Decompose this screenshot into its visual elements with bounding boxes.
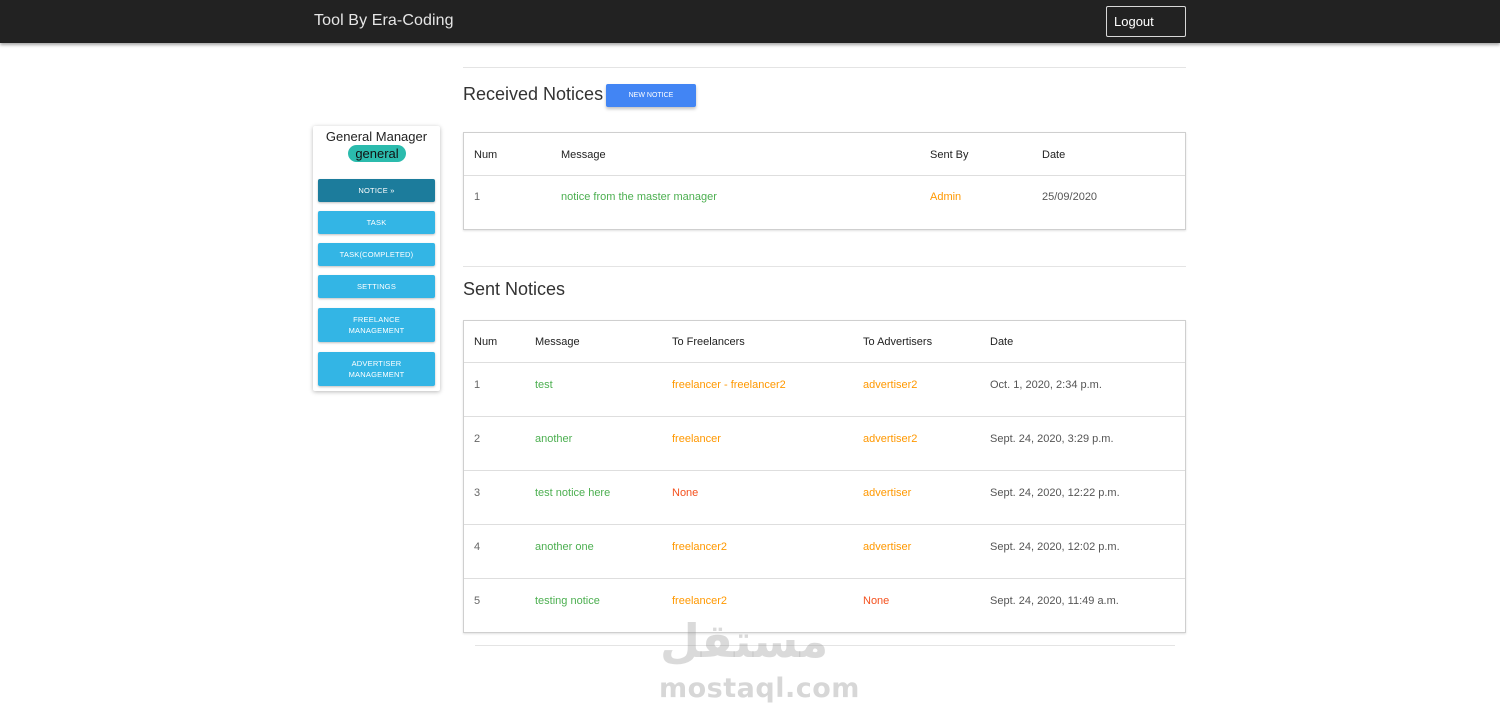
watermark-arabic: مستقل: [660, 614, 829, 668]
row-num: 1: [474, 191, 481, 203]
row-date: Sept. 24, 2020, 3:29 p.m.: [990, 433, 1114, 445]
column-header-num: Num: [474, 336, 498, 348]
column-header-to-advertisers: To Advertisers: [863, 336, 933, 348]
row-date: 25/09/2020: [1042, 191, 1098, 203]
row-message[interactable]: another one: [535, 541, 594, 553]
row-to-freelancers: freelancer2: [672, 595, 728, 607]
row-num: 1: [474, 379, 481, 391]
row-num: 5: [474, 595, 481, 607]
row-to-freelancers: freelancer2: [672, 541, 728, 553]
table-row[interactable]: 3 test notice here None advertiser Sept.…: [464, 471, 1185, 525]
row-date: Sept. 24, 2020, 12:02 p.m.: [990, 541, 1120, 553]
table-row[interactable]: 1 test freelancer - freelancer2 advertis…: [464, 363, 1185, 417]
row-date: Sept. 24, 2020, 11:49 a.m.: [990, 595, 1119, 607]
row-to-freelancers: freelancer - freelancer2: [672, 379, 786, 391]
logout-button[interactable]: Logout: [1106, 6, 1186, 37]
column-header-to-freelancers: To Freelancers: [672, 336, 745, 348]
sidebar-item-settings[interactable]: SETTINGS: [318, 275, 435, 298]
row-to-advertisers: advertiser2: [863, 379, 918, 391]
table-header-row: Num Message To Freelancers To Advertiser…: [464, 321, 1185, 363]
sidebar-item-task-completed[interactable]: TASK(COMPLETED): [318, 243, 435, 266]
row-sent-by: Admin: [930, 191, 962, 203]
table-row[interactable]: 1 notice from the master manager Admin 2…: [464, 176, 1185, 230]
brand-link[interactable]: Tool By Era-Coding: [314, 12, 454, 30]
row-message[interactable]: another: [535, 433, 572, 445]
row-to-advertisers: advertiser: [863, 487, 912, 499]
divider: [463, 266, 1186, 267]
table-header-row: Num Message Sent By Date: [464, 133, 1185, 176]
row-message[interactable]: testing notice: [535, 595, 600, 607]
received-notices-table: Num Message Sent By Date 1 notice from t…: [463, 132, 1186, 230]
row-to-advertisers: None: [863, 595, 890, 607]
received-notices-heading: Received Notices: [463, 84, 604, 104]
sidebar-item-task[interactable]: TASK: [318, 211, 435, 234]
sidebar-item-advertiser-management[interactable]: ADVERTISER MANAGEMENT: [318, 352, 435, 386]
sent-notices-table: Num Message To Freelancers To Advertiser…: [463, 320, 1186, 633]
sidebar-item-freelance-management[interactable]: FREELANCE MANAGEMENT: [318, 308, 435, 342]
row-message[interactable]: test: [535, 379, 553, 391]
column-header-date: Date: [1042, 149, 1066, 161]
row-num: 4: [474, 541, 481, 553]
top-navbar: Tool By Era-Coding Logout: [0, 0, 1500, 43]
column-header-num: Num: [474, 149, 498, 161]
column-header-message: Message: [535, 336, 580, 348]
watermark-latin: mostaql.com: [659, 673, 860, 704]
row-num: 3: [474, 487, 481, 499]
column-header-sent-by: Sent By: [930, 149, 969, 161]
user-role-title: General Manager: [325, 129, 428, 144]
row-message[interactable]: notice from the master manager: [561, 191, 717, 203]
sent-notices-heading: Sent Notices: [463, 279, 566, 299]
row-date: Oct. 1, 2020, 2:34 p.m.: [990, 379, 1102, 391]
new-notice-button[interactable]: NEW NOTICE: [606, 84, 696, 107]
row-date: Sept. 24, 2020, 12:22 p.m.: [990, 487, 1120, 499]
sidebar-item-notice[interactable]: NOTICE »: [318, 179, 435, 202]
sidebar-card: General Manager general NOTICE » TASK TA…: [313, 126, 440, 391]
user-role-badge: general: [348, 145, 406, 162]
row-num: 2: [474, 433, 481, 445]
column-header-date: Date: [990, 336, 1014, 348]
row-to-freelancers: None: [672, 487, 699, 499]
row-to-advertisers: advertiser: [863, 541, 912, 553]
table-row[interactable]: 4 another one freelancer2 advertiser Sep…: [464, 525, 1185, 579]
row-to-advertisers: advertiser2: [863, 433, 918, 445]
divider: [463, 67, 1186, 68]
column-header-message: Message: [561, 149, 606, 161]
row-message[interactable]: test notice here: [535, 487, 610, 499]
table-row[interactable]: 2 another freelancer advertiser2 Sept. 2…: [464, 417, 1185, 471]
row-to-freelancers: freelancer: [672, 433, 721, 445]
